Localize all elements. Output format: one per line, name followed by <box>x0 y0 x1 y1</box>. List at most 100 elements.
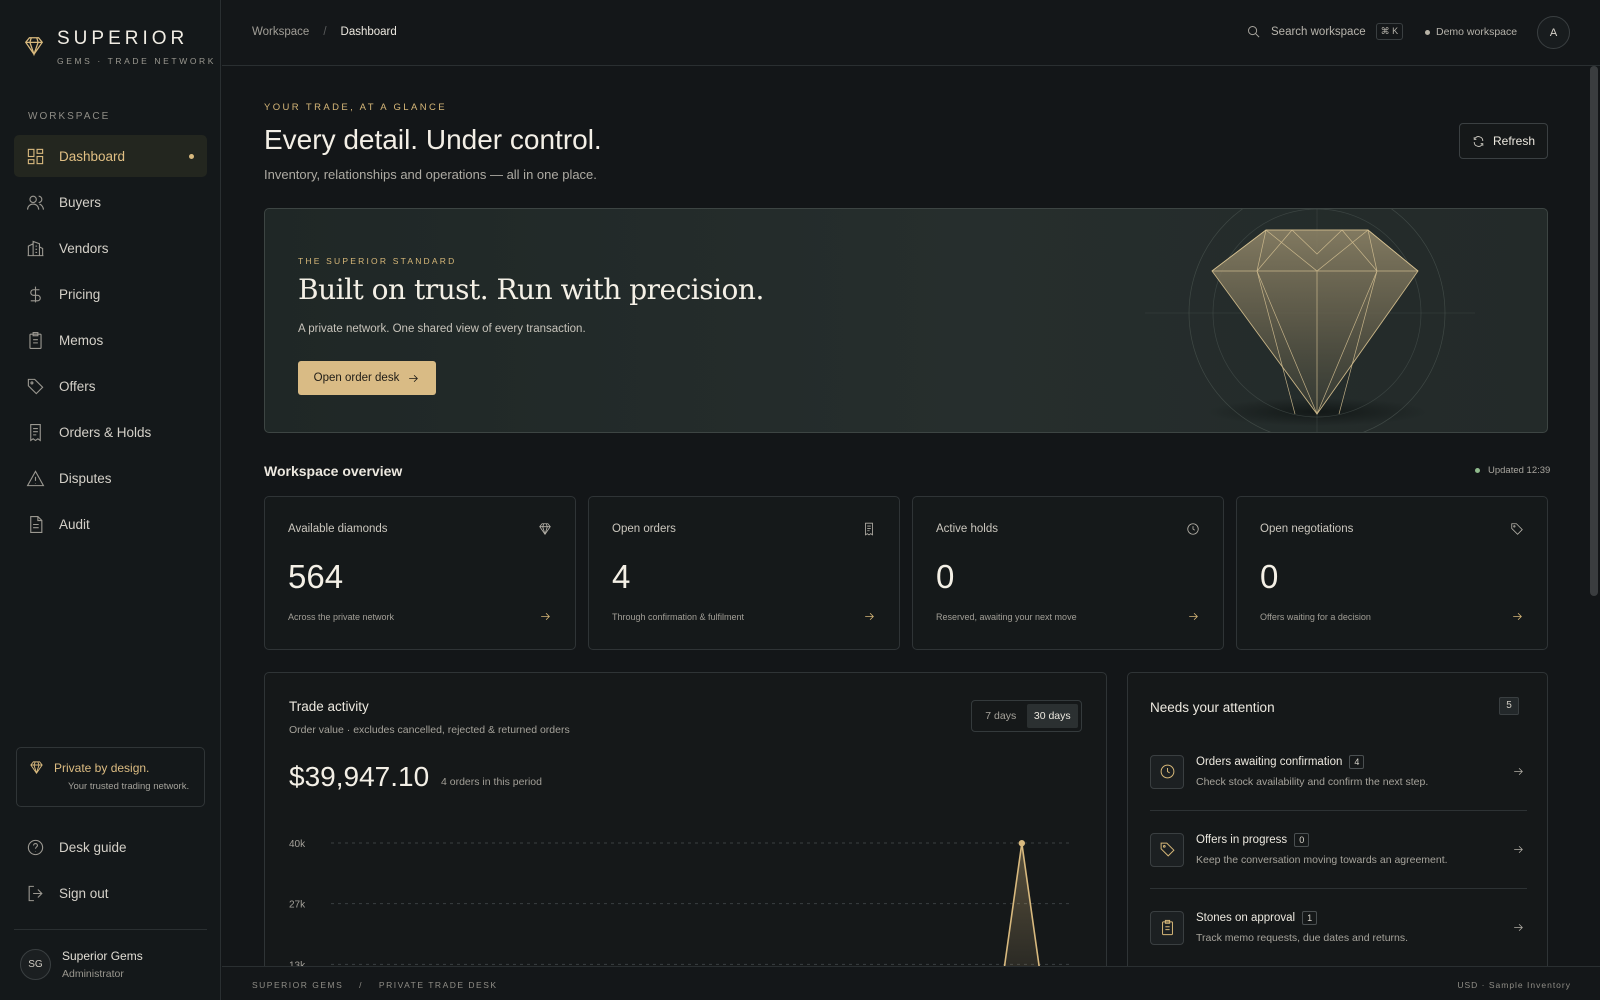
stat-card-open-negotiations[interactable]: Open negotiations 0 Offers waiting for a… <box>1236 496 1548 650</box>
search-shortcut: ⌘ K <box>1375 23 1404 40</box>
sidebar-item-label: Audit <box>59 516 90 532</box>
workspace-status-dot <box>1425 29 1430 35</box>
chart-data-point <box>1018 840 1026 847</box>
diamond-logo-icon <box>24 37 44 57</box>
sidebar-item-label: Orders & Holds <box>59 424 152 440</box>
arrow-right-icon <box>1514 923 1523 932</box>
receipt-icon <box>865 522 873 536</box>
main-content: YOUR TRADE, AT A GLANCE Every detail. Un… <box>222 66 1590 966</box>
attention-item-title: Orders awaiting confirmation <box>1196 756 1343 768</box>
search-label: Search workspace <box>1271 25 1366 38</box>
diamond-illustration <box>1145 209 1475 432</box>
arrow-right-icon <box>409 374 419 382</box>
receipt-icon <box>30 423 41 441</box>
top-header: Workspace / Dashboard Search workspace ⌘… <box>222 0 1600 66</box>
updated-label: Updated 12:39 <box>1488 465 1551 476</box>
sidebar-divider <box>14 929 207 930</box>
private-card-subtitle: Your trusted trading network. <box>68 781 190 792</box>
live-status-dot <box>1475 468 1480 473</box>
attention-item-offers-in-progress[interactable]: Offers in progress 0 Keep the conversatio… <box>1150 811 1527 889</box>
tag-icon <box>1160 842 1175 857</box>
private-card-title: Private by design. <box>54 760 150 775</box>
sidebar-item-buyers[interactable]: Buyers <box>14 181 207 223</box>
sidebar-item-pricing[interactable]: Pricing <box>14 273 207 315</box>
stat-value: 0 <box>1260 558 1279 595</box>
user-role: Administrator <box>62 968 124 980</box>
sidebar-nav: Dashboard Buyers Vendors Pricing Memos O… <box>14 135 207 549</box>
stat-card-open-orders[interactable]: Open orders 4 Through confirmation & ful… <box>588 496 900 650</box>
diamond-icon <box>539 523 551 535</box>
sidebar-item-label: Pricing <box>59 286 101 302</box>
clock-icon <box>1160 764 1174 779</box>
page-eyebrow: YOUR TRADE, AT A GLANCE <box>264 102 447 113</box>
sidebar-item-disputes[interactable]: Disputes <box>14 457 207 499</box>
attention-count-badge: 5 <box>1499 697 1519 715</box>
open-order-desk-button[interactable]: Open order desk <box>298 361 436 395</box>
sidebar-item-memos[interactable]: Memos <box>14 319 207 361</box>
attention-item-stones-on-approval[interactable]: Stones on approval 1 Track memo requests,… <box>1150 889 1527 966</box>
help-icon <box>27 839 44 855</box>
breadcrumb-workspace[interactable]: Workspace <box>252 26 309 38</box>
refresh-button[interactable]: Refresh <box>1459 123 1548 159</box>
arrow-right-icon <box>1514 845 1523 854</box>
attention-item-badge: 0 <box>1294 833 1310 847</box>
arrow-right-icon <box>1514 767 1523 776</box>
attention-list: Orders awaiting confirmation 4 Check stoc… <box>1150 733 1527 966</box>
stat-label: Open negotiations <box>1260 523 1354 535</box>
attention-item-description: Keep the conversation moving towards an … <box>1196 854 1448 866</box>
footer-separator: / <box>359 980 364 990</box>
sidebar-item-dashboard[interactable]: Dashboard <box>14 135 207 177</box>
stat-description: Reserved, awaiting your next move <box>936 612 1077 622</box>
sidebar-item-label: Desk guide <box>59 839 127 855</box>
search-button[interactable]: Search workspace ⌘ K <box>1246 23 1404 40</box>
hero-banner: THE SUPERIOR STANDARD Built on trust. Ru… <box>264 208 1548 433</box>
account-avatar[interactable]: A <box>1537 16 1570 49</box>
stat-value: 564 <box>288 558 344 595</box>
range-7-days[interactable]: 7 days <box>975 704 1027 728</box>
trade-activity-card: Trade activity Order value · excludes ca… <box>264 672 1107 966</box>
footer-brand: SUPERIOR GEMS <box>252 980 344 990</box>
attention-item-title: Offers in progress <box>1196 834 1288 846</box>
sidebar-item-label: Sign out <box>59 885 109 901</box>
workspace-label: Demo workspace <box>1436 26 1518 38</box>
overview-title: Workspace overview <box>264 463 403 479</box>
arrow-right-icon <box>1513 612 1522 621</box>
attention-item-orders-awaiting[interactable]: Orders awaiting confirmation 4 Check stoc… <box>1150 733 1527 811</box>
sidebar-item-orders-holds[interactable]: Orders & Holds <box>14 411 207 453</box>
sidebar-item-label: Memos <box>59 332 104 348</box>
stat-label: Open orders <box>612 523 676 535</box>
tag-icon <box>1511 523 1523 535</box>
attention-item-title: Stones on approval <box>1196 912 1296 924</box>
avatar: SG <box>20 949 51 980</box>
stat-card-available-diamonds[interactable]: Available diamonds 564 Across the privat… <box>264 496 576 650</box>
brand[interactable]: SUPERIOR GEMS · TRADE NETWORK <box>23 28 216 66</box>
trade-activity-chart: 40k27k13k <box>289 839 1073 966</box>
stat-label: Active holds <box>936 523 999 535</box>
chart-y-tick-label: 40k <box>289 839 306 850</box>
sidebar: SUPERIOR GEMS · TRADE NETWORK WORKSPACE … <box>0 0 221 1000</box>
workspace-switcher[interactable]: Demo workspace <box>1425 26 1517 38</box>
stat-description: Offers waiting for a decision <box>1260 612 1371 622</box>
sidebar-item-label: Dashboard <box>59 148 126 164</box>
footer-desk: PRIVATE TRADE DESK <box>378 980 498 990</box>
sidebar-item-offers[interactable]: Offers <box>14 365 207 407</box>
sidebar-item-desk-guide[interactable]: Desk guide <box>14 826 207 868</box>
nav-section-label: WORKSPACE <box>28 111 111 122</box>
sidebar-item-audit[interactable]: Audit <box>14 503 207 545</box>
attention-title: Needs your attention <box>1150 700 1275 715</box>
user-profile[interactable]: SG Superior Gems Administrator <box>20 949 143 980</box>
clock-icon <box>1187 523 1199 535</box>
stat-description: Across the private network <box>288 612 395 622</box>
sidebar-item-sign-out[interactable]: Sign out <box>14 872 207 914</box>
brand-name: SUPERIOR <box>57 28 189 49</box>
brand-tagline: GEMS · TRADE NETWORK <box>57 56 217 66</box>
attention-item-description: Track memo requests, due dates and retur… <box>1196 932 1409 944</box>
sidebar-item-vendors[interactable]: Vendors <box>14 227 207 269</box>
dashboard-icon <box>27 148 44 164</box>
chart-series-area <box>1004 843 1040 966</box>
stat-card-active-holds[interactable]: Active holds 0 Reserved, awaiting your n… <box>912 496 1224 650</box>
range-30-days[interactable]: 30 days <box>1026 704 1078 728</box>
main-scrollbar[interactable] <box>1590 66 1598 596</box>
hero-eyebrow: THE SUPERIOR STANDARD <box>298 256 457 266</box>
range-toggle: 7 days 30 days <box>971 700 1082 732</box>
